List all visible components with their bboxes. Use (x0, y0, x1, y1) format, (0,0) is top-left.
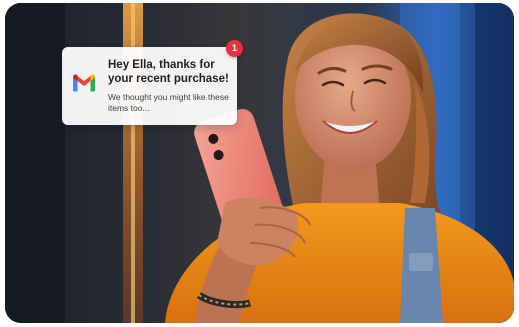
notification-title: Hey Ella, thanks for your recent purchas… (108, 59, 229, 85)
email-notification-card[interactable]: Hey Ella, thanks for your recent purchas… (62, 47, 237, 125)
gmail-icon (73, 74, 95, 92)
notification-message: We thought you might like these items to… (108, 92, 229, 113)
unread-count-badge: 1 (226, 40, 243, 57)
hero-image-card: Hey Ella, thanks for your recent purchas… (5, 3, 514, 323)
